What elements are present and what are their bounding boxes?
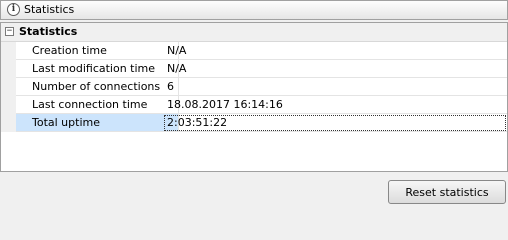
property-name[interactable]: Last modification time [16,60,179,78]
property-value[interactable]: 18.08.2017 16:14:16 [163,96,507,114]
property-row-number-of-connections[interactable]: Number of connections 6 [1,78,507,96]
property-name[interactable]: Number of connections [16,78,179,96]
property-value[interactable]: 2:03:51:22 [163,114,507,132]
property-value[interactable]: N/A [163,42,507,60]
property-value[interactable]: 6 [163,78,507,96]
row-gutter [1,42,16,60]
row-gutter [1,78,16,96]
property-grid[interactable]: − Statistics Creation time N/A Last modi… [0,22,508,172]
property-row-total-uptime[interactable]: Total uptime 2:03:51:22 [1,114,507,132]
property-value[interactable]: N/A [163,60,507,78]
category-label: Statistics [19,25,78,38]
property-rows: Creation time N/A Last modification time… [1,42,507,132]
collapse-icon[interactable]: − [5,27,14,36]
row-gutter [1,60,16,78]
row-gutter [1,114,16,132]
property-name[interactable]: Creation time [16,42,179,60]
property-row-creation-time[interactable]: Creation time N/A [1,42,507,60]
property-row-last-modification-time[interactable]: Last modification time N/A [1,60,507,78]
row-gutter [1,96,16,114]
property-row-last-connection-time[interactable]: Last connection time 18.08.2017 16:14:16 [1,96,507,114]
reset-statistics-button[interactable]: Reset statistics [388,180,506,204]
category-header[interactable]: − Statistics [1,23,507,42]
panel-header: i Statistics [0,0,508,20]
info-icon: i [7,3,20,16]
property-name[interactable]: Total uptime [16,114,179,132]
panel-title: Statistics [24,3,75,16]
property-name[interactable]: Last connection time [16,96,179,114]
